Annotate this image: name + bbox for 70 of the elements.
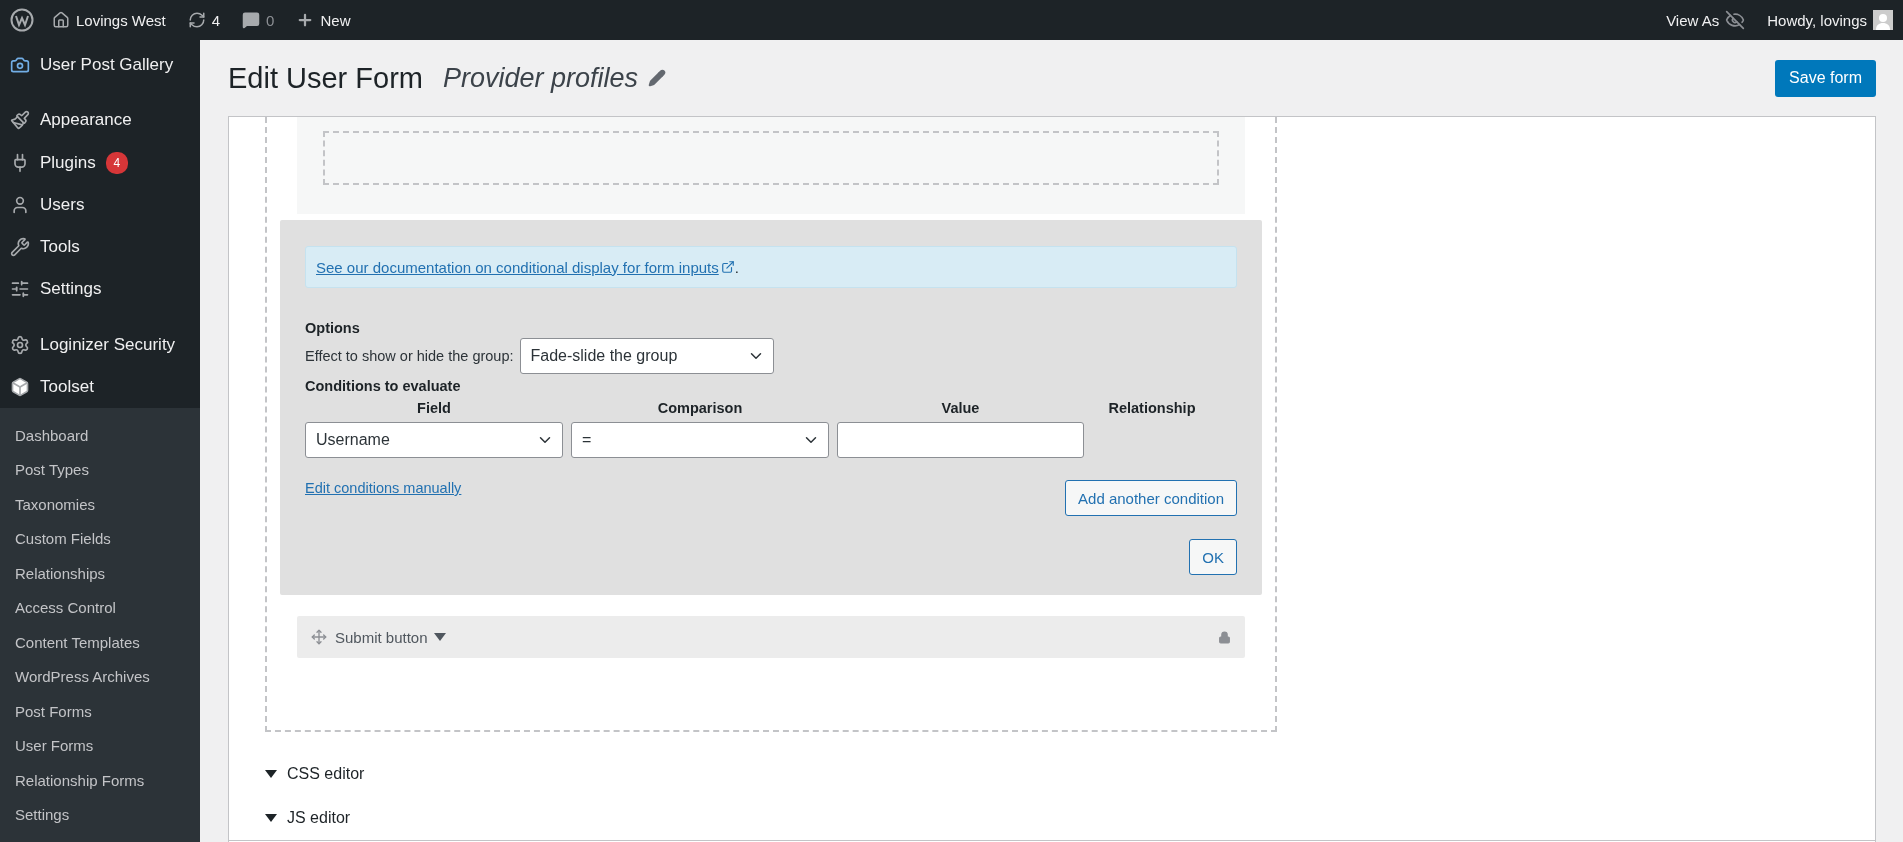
ok-button[interactable]: OK [1189, 539, 1237, 575]
editor-toggle[interactable]: CSS editor [265, 752, 365, 796]
sidebar-item[interactable]: Appearance [0, 86, 200, 142]
count-badge: 4 [105, 151, 128, 174]
submenu-item[interactable]: Content Templates [0, 625, 200, 660]
effect-select[interactable]: Fade-slide the group [519, 338, 774, 374]
account-link[interactable]: Howdy, lovings [1767, 10, 1893, 30]
edit-conditions-link[interactable]: Edit conditions manually [305, 480, 462, 496]
comment-icon [242, 11, 261, 29]
lock-icon [1218, 630, 1231, 644]
sidebar-item[interactable]: Toolset [0, 365, 200, 408]
submenu-item[interactable]: Post Forms [0, 694, 200, 729]
user-icon [10, 194, 30, 215]
paintbrush-icon [10, 110, 30, 131]
updates-link[interactable]: 4 [187, 11, 221, 29]
logo-icon[interactable] [10, 8, 34, 32]
effect-label: Effect to show or hide the group: [305, 348, 514, 364]
caret-icon [265, 814, 277, 822]
options-label: Options [305, 320, 361, 336]
sidebar-item[interactable]: User Post Gallery [0, 44, 200, 87]
pencil-icon[interactable] [648, 69, 667, 87]
editor-toggle[interactable]: JS editor [265, 796, 351, 840]
eye-off-icon [1725, 10, 1746, 30]
site-link[interactable]: Lovings West [52, 11, 166, 29]
submenu-item[interactable]: User Forms [0, 728, 200, 763]
form-name: Provider profiles [443, 62, 639, 94]
sidebar-item[interactable]: Loginizer Security [0, 310, 200, 366]
new-link[interactable]: New [296, 11, 351, 29]
gear-icon [10, 334, 30, 355]
page-title: Edit User Form [228, 61, 423, 95]
submenu-item[interactable]: Settings [0, 797, 200, 832]
sliders-icon [10, 279, 30, 300]
comparison-select[interactable]: = [571, 422, 829, 458]
submenu-item[interactable]: Dashboard [0, 418, 200, 453]
caret-icon [265, 770, 277, 778]
refresh-icon [187, 11, 206, 29]
submenu-item[interactable]: Relationship Forms [0, 763, 200, 798]
field-select[interactable]: Username [305, 422, 563, 458]
block-icon [10, 376, 30, 397]
conditions-label: Conditions to evaluate [305, 378, 462, 394]
submit-field-label: Submit button [335, 628, 446, 646]
submenu-item[interactable]: Custom Fields [0, 521, 200, 556]
notice-text: . [734, 258, 739, 276]
column-header: Value [940, 400, 981, 416]
sidebar-item[interactable]: Plugins 4 [0, 141, 200, 184]
submenu-item[interactable]: Post Types [0, 452, 200, 487]
value-input[interactable] [837, 422, 1084, 458]
submenu-item[interactable]: Access Control [0, 590, 200, 625]
view-as-link[interactable]: View As [1666, 10, 1746, 30]
home-icon [52, 11, 70, 29]
column-header: Field [416, 400, 452, 416]
column-header: Relationship [1107, 400, 1197, 416]
add-condition-button[interactable]: Add another condition [1065, 480, 1237, 516]
external-link-icon [720, 260, 735, 274]
move-icon [311, 629, 327, 645]
submit-field-bar[interactable]: Submit button [297, 616, 1245, 658]
wrench-icon [10, 237, 30, 258]
sidebar-item[interactable]: Users [0, 183, 200, 226]
documentation-link[interactable]: See our documentation on conditional display for form inputs [316, 258, 735, 276]
sidebar-item[interactable]: Settings [0, 268, 200, 311]
save-button[interactable]: Save form [1775, 59, 1876, 97]
caret-icon [433, 633, 446, 641]
camera-icon [10, 55, 30, 76]
submenu-item[interactable]: Relationships [0, 556, 200, 591]
submenu-item[interactable]: Taxonomies [0, 487, 200, 522]
comments-link[interactable]: 0 [242, 11, 275, 29]
sidebar-item[interactable]: Tools [0, 226, 200, 269]
column-header: Comparison [656, 400, 744, 416]
avatar-icon [1873, 10, 1893, 30]
submenu-item[interactable]: WordPress Archives [0, 659, 200, 694]
